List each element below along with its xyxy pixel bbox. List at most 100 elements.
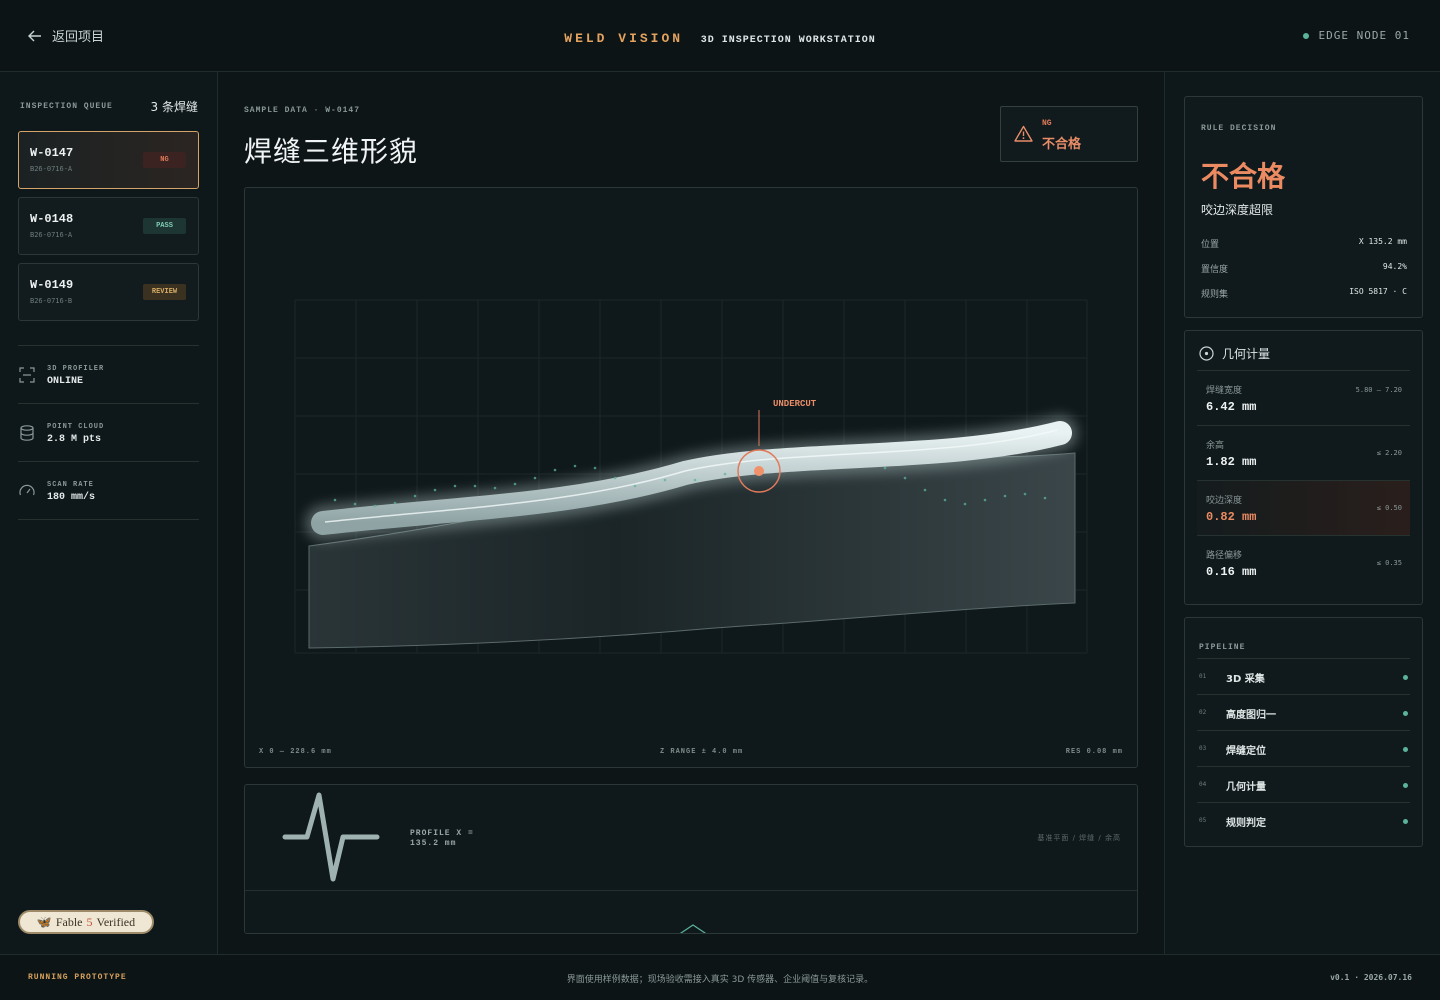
stat-point-cloud: POINT CLOUD 2.8 M pts bbox=[18, 403, 199, 461]
ng-code: NG bbox=[1042, 119, 1052, 128]
database-icon bbox=[20, 425, 34, 441]
pipeline-title: PIPELINE bbox=[1199, 643, 1246, 652]
stat-label: 3D PROFILER bbox=[47, 365, 105, 373]
kv-value: ISO 5817 · C bbox=[1349, 287, 1407, 296]
profile-label: PROFILE X = 135.2 mm bbox=[410, 829, 474, 848]
step-number: 02 bbox=[1199, 709, 1207, 716]
pipeline-card: PIPELINE 01 3D 采集 02 高度图归一 03 焊缝定位 04 几何… bbox=[1184, 617, 1423, 847]
target-icon bbox=[1199, 346, 1214, 361]
top-bar: 返回项目 WELD VISION 3D INSPECTION WORKSTATI… bbox=[0, 0, 1440, 72]
pipeline-step-03[interactable]: 03 焊缝定位 bbox=[1197, 730, 1410, 766]
metric-label: 咬边深度 bbox=[1206, 496, 1243, 506]
kv-key: 置信度 bbox=[1201, 265, 1229, 275]
metric-range: ≤ 2.20 bbox=[1376, 449, 1402, 457]
queue-count: 3 条焊缝 bbox=[150, 100, 198, 114]
stat-label: SCAN RATE bbox=[47, 481, 94, 489]
step-status-dot-icon bbox=[1403, 675, 1408, 680]
weld-surface-render: UNDERCUT bbox=[294, 218, 1088, 733]
profile-divider bbox=[245, 890, 1137, 891]
queue-item-id: W-0147 bbox=[30, 146, 74, 160]
pipeline-step-04[interactable]: 04 几何计量 bbox=[1197, 766, 1410, 802]
step-status-dot-icon bbox=[1403, 819, 1408, 824]
metric-value: 6.42 mm bbox=[1206, 400, 1257, 414]
fable-verified: Verified bbox=[96, 914, 136, 929]
main-panel: SAMPLE DATA · W-0147 焊缝三维形貌 NG 不合格 UNDER… bbox=[218, 72, 1164, 954]
step-status-dot-icon bbox=[1403, 711, 1408, 716]
metric-reinforcement: 余高 1.82 mm ≤ 2.20 bbox=[1197, 426, 1410, 481]
metric-range: 5.80 – 7.20 bbox=[1355, 386, 1402, 394]
ng-status-box: NG 不合格 bbox=[1000, 106, 1138, 162]
fable-text: Fable bbox=[55, 914, 83, 929]
metric-label: 余高 bbox=[1206, 441, 1225, 451]
status-badge: NG bbox=[143, 152, 186, 168]
fable-verified-badge: 🦋 Fable 5 Verified bbox=[18, 910, 154, 934]
step-label: 几何计量 bbox=[1226, 782, 1266, 793]
queue-item-w0147[interactable]: W-0147 B26-0716-A NG bbox=[18, 131, 199, 189]
sample-label: SAMPLE DATA · W-0147 bbox=[244, 106, 361, 115]
brand-name: WELD VISION bbox=[564, 31, 684, 46]
queue-item-batch: B26-0716-B bbox=[30, 297, 73, 305]
metric-label: 焊缝宽度 bbox=[1206, 386, 1243, 396]
metrics-header: 几何计量 bbox=[1199, 345, 1270, 362]
metric-value: 0.16 mm bbox=[1206, 565, 1257, 579]
metric-range: ≤ 0.35 bbox=[1376, 559, 1402, 567]
queue-item-w0148[interactable]: W-0148 B26-0716-A PASS bbox=[18, 197, 199, 255]
queue-item-id: W-0149 bbox=[30, 278, 74, 292]
page-title: 焊缝三维形貌 bbox=[244, 135, 419, 168]
rule-decision-card: RULE DECISION 不合格 咬边深度超限 位置 X 135.2 mm 置… bbox=[1184, 96, 1423, 318]
app-title: WELD VISION 3D INSPECTION WORKSTATION bbox=[0, 29, 1440, 47]
decision-title: RULE DECISION bbox=[1201, 124, 1277, 133]
footer-version: v0.1 · 2026.07.16 bbox=[1330, 973, 1412, 982]
queue-title: INSPECTION QUEUE bbox=[20, 102, 113, 111]
footer-notice: 界面使用样例数据；现场验收需接入真实 3D 传感器、企业阈值与复核记录。 bbox=[566, 975, 874, 985]
status-badge: PASS bbox=[143, 218, 186, 234]
pipeline-step-02[interactable]: 02 高度图归一 bbox=[1197, 694, 1410, 730]
step-status-dot-icon bbox=[1403, 783, 1408, 788]
right-panel: RULE DECISION 不合格 咬边深度超限 位置 X 135.2 mm 置… bbox=[1164, 72, 1440, 954]
metric-undercut-depth: 咬边深度 0.82 mm ≤ 0.50 bbox=[1197, 481, 1410, 536]
step-label: 3D 采集 bbox=[1226, 674, 1265, 685]
metric-path-offset: 路径偏移 0.16 mm ≤ 0.35 bbox=[1197, 536, 1410, 591]
3d-viewer[interactable]: UNDERCUT X 0 — 228.6 mm Z RANGE ± 4.0 mm… bbox=[244, 187, 1138, 768]
profile-peak-icon bbox=[679, 924, 707, 933]
fable-number: 5 bbox=[86, 914, 93, 929]
warning-icon bbox=[1014, 125, 1033, 142]
stat-label: POINT CLOUD bbox=[47, 423, 105, 431]
metric-value: 1.82 mm bbox=[1206, 455, 1257, 469]
stat-scan-rate: SCAN RATE 180 mm/s bbox=[18, 461, 199, 519]
metrics-title: 几何计量 bbox=[1222, 347, 1271, 361]
step-label: 焊缝定位 bbox=[1226, 746, 1266, 757]
metric-weld-width: 焊缝宽度 6.42 mm 5.80 – 7.20 bbox=[1197, 371, 1410, 426]
viewer-z-range: Z RANGE ± 4.0 mm bbox=[660, 748, 744, 756]
status-badge: REVIEW bbox=[143, 284, 186, 300]
queue-header: INSPECTION QUEUE 3 条焊缝 bbox=[20, 98, 198, 115]
stat-value: 180 mm/s bbox=[47, 492, 96, 503]
profile-legend: 基准平面 / 焊缝 / 余高 bbox=[1037, 834, 1121, 842]
node-label: EDGE NODE 01 bbox=[1318, 29, 1410, 42]
decision-row-position: 位置 X 135.2 mm bbox=[1201, 237, 1407, 250]
queue-item-id: W-0148 bbox=[30, 212, 74, 226]
scan-icon bbox=[19, 367, 35, 383]
metric-range: ≤ 0.50 bbox=[1376, 504, 1402, 512]
geometry-metrics-card: 几何计量 焊缝宽度 6.42 mm 5.80 – 7.20 余高 1.82 mm… bbox=[1184, 330, 1423, 605]
edge-node-status: EDGE NODE 01 bbox=[1302, 29, 1410, 42]
decision-row-confidence: 置信度 94.2% bbox=[1201, 262, 1407, 275]
stat-value: ONLINE bbox=[47, 376, 84, 387]
viewer-resolution: RES 0.08 mm bbox=[1065, 748, 1123, 756]
decision-reason: 咬边深度超限 bbox=[1201, 203, 1274, 217]
ng-text: 不合格 bbox=[1042, 137, 1082, 152]
step-number: 03 bbox=[1199, 745, 1207, 752]
pipeline-step-01[interactable]: 01 3D 采集 bbox=[1197, 658, 1410, 694]
pipeline-step-05[interactable]: 05 规则判定 bbox=[1197, 802, 1410, 838]
viewer-x-range: X 0 — 228.6 mm bbox=[259, 748, 332, 756]
queue-item-batch: B26-0716-A bbox=[30, 231, 73, 239]
metric-value: 0.82 mm bbox=[1206, 510, 1257, 524]
queue-item-w0149[interactable]: W-0149 B26-0716-B REVIEW bbox=[18, 263, 199, 321]
step-number: 05 bbox=[1199, 817, 1207, 824]
profile-panel: PROFILE X = 135.2 mm 基准平面 / 焊缝 / 余高 bbox=[244, 784, 1138, 934]
step-number: 04 bbox=[1199, 781, 1207, 788]
sidebar: INSPECTION QUEUE 3 条焊缝 W-0147 B26-0716-A… bbox=[0, 72, 218, 954]
queue-item-batch: B26-0716-A bbox=[30, 165, 73, 173]
divider bbox=[18, 519, 199, 520]
step-label: 规则判定 bbox=[1226, 818, 1266, 829]
